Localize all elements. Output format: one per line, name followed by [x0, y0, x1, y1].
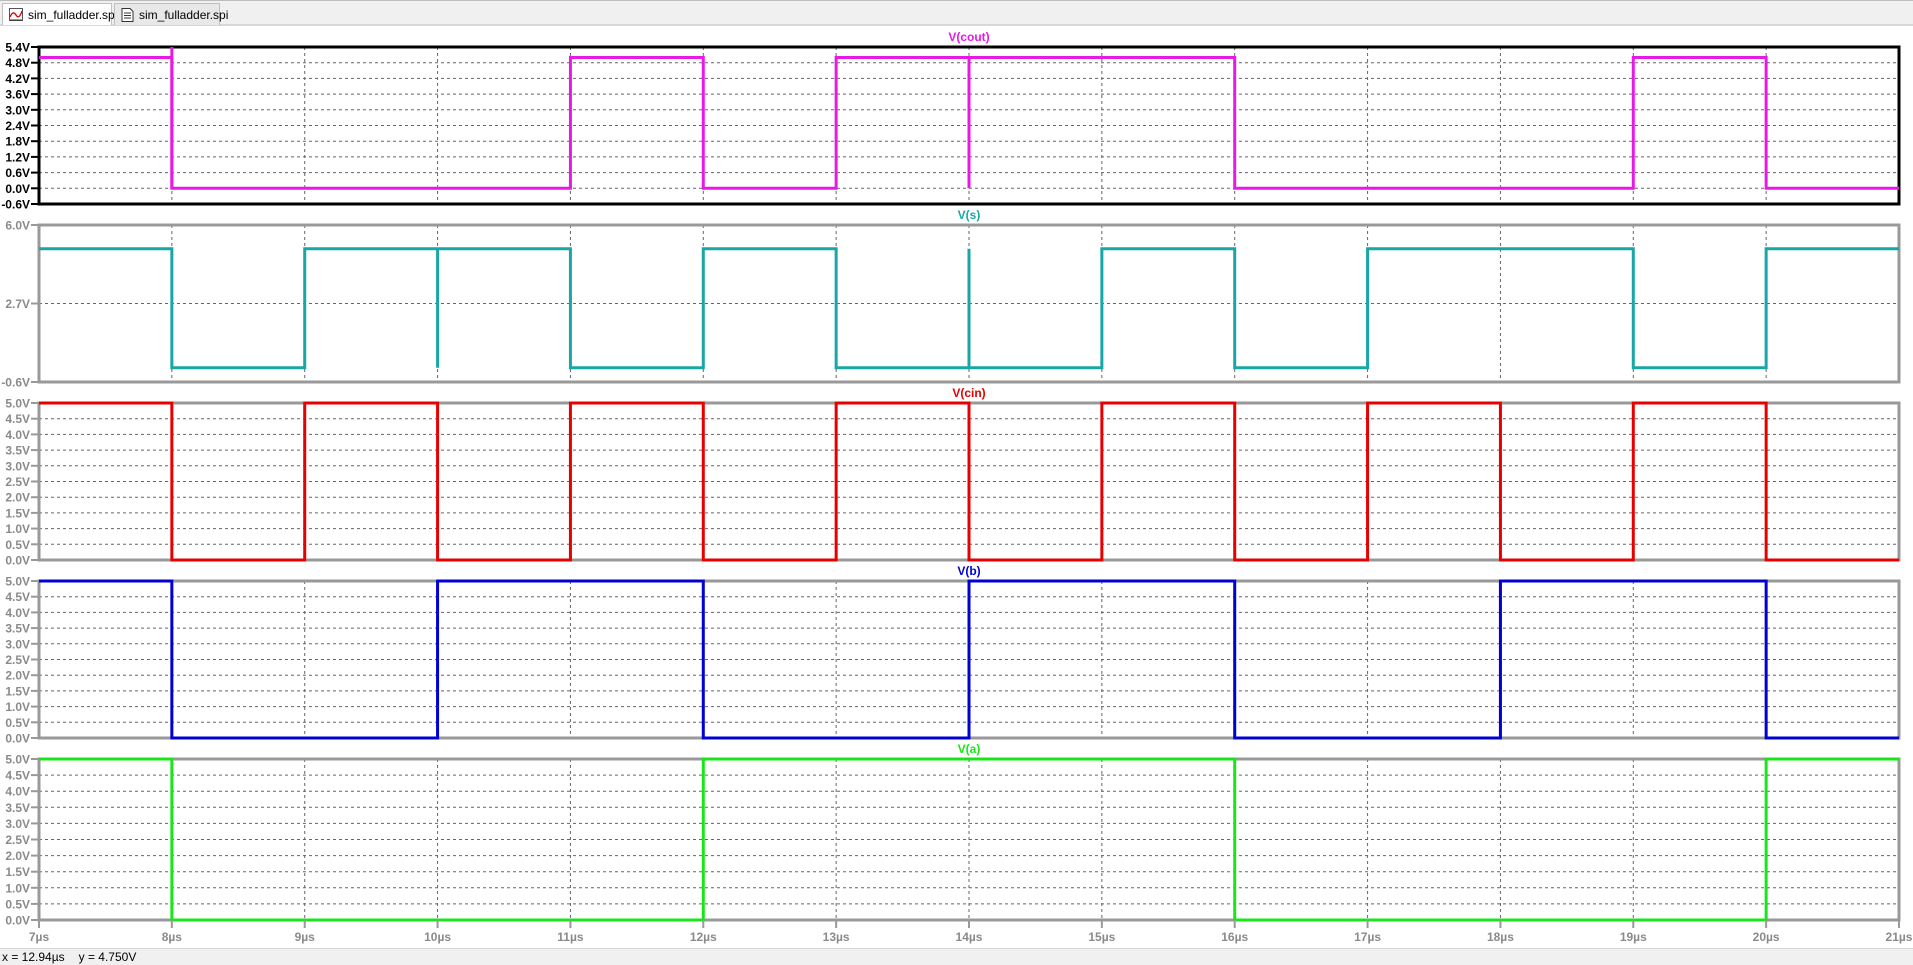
x-tick-label: 8µs [162, 930, 183, 944]
y-tick-label: 0.6V [5, 166, 30, 180]
trace-title: V(cin) [952, 386, 985, 400]
trace-title: V(b) [957, 564, 980, 578]
y-tick-label: 2.0V [5, 491, 30, 505]
x-tick-label: 16µs [1221, 930, 1248, 944]
y-tick-label: 5.0V [5, 575, 30, 589]
y-tick-label: 2.0V [5, 669, 30, 683]
y-tick-label: 3.5V [5, 444, 30, 458]
panel-vcin: 5.0V4.5V 4.0V 3.5V3.0V 2.5V 2.0V1.5V 1.0V 0.5V… [5, 386, 1901, 568]
x-tick-label: 11µs [557, 930, 584, 944]
y-tick-label: 0.5V [5, 716, 30, 730]
y-tick-label: 4.5V [5, 412, 30, 426]
x-tick-label: 7µs [29, 930, 50, 944]
y-tick-label: 3.0V [5, 817, 30, 831]
y-tick-label: -0.6V [1, 198, 30, 212]
y-tick-label: 3.0V [5, 459, 30, 473]
y-tick-label: 1.5V [5, 506, 30, 520]
y-tick-label: 2.5V [5, 475, 30, 489]
waveform-icon [9, 8, 23, 21]
y-tick-label: 1.2V [5, 150, 30, 164]
y-tick-label: 0.0V [5, 732, 30, 746]
y-tick-label: 3.6V [5, 88, 30, 102]
panel-vb: 5.0V4.5V 4.0V 3.5V3.0V 2.5V 2.0V1.5V 1.0V 0.5V… [5, 564, 1901, 746]
x-tick-label: 17µs [1354, 930, 1381, 944]
x-tick-label: 19µs [1620, 930, 1647, 944]
y-tick-label: 2.7V [5, 297, 30, 311]
y-tick-label: 4.5V [5, 590, 30, 604]
x-tick-label: 20µs [1753, 930, 1780, 944]
x-tick-label: 15µs [1088, 930, 1115, 944]
panel-vcout: 5.4V4.8V 4.2V 3.6V3.0V 2.4V 1.8V1.2V 0.6V 0.0V… [1, 30, 1901, 212]
cursor-x-readout: x = 12.94µs [2, 950, 65, 964]
y-tick-label: 3.0V [5, 103, 30, 117]
y-tick-label: 3.0V [5, 637, 30, 651]
trace-title: V(cout) [948, 30, 989, 44]
y-tick-label: 1.8V [5, 135, 30, 149]
x-tick-label: 14µs [956, 930, 983, 944]
y-tick-label: 4.0V [5, 606, 30, 620]
y-tick-label: 3.5V [5, 622, 30, 636]
trace-title: V(a) [958, 742, 981, 756]
panel-va: 5.0V 4.5V 4.0V 3.5V 3.0V 2.5V 2.0V 1.5V 1.0V 0.5V… [5, 742, 1901, 928]
waveform-plot-area[interactable]: 5.4V4.8V4.2V3.6V3.0V2.4V1.8V1.2V0.6V0.0V… [0, 26, 1913, 948]
y-tick-label: 4.0V [5, 785, 30, 799]
y-tick-label: 0.5V [5, 538, 30, 552]
y-tick-label: 0.5V [5, 897, 30, 911]
y-tick-label: 1.0V [5, 881, 30, 895]
y-tick-label: 5.0V [5, 397, 30, 411]
y-tick-label: 5.4V [5, 41, 30, 55]
y-tick-label: 2.4V [5, 119, 30, 133]
tab-netlist[interactable]: sim_fulladder.spi [114, 3, 228, 25]
x-tick-label: 18µs [1487, 930, 1514, 944]
y-tick-label: 0.0V [5, 554, 30, 568]
netlist-document-icon [121, 7, 134, 22]
y-tick-label: 2.5V [5, 833, 30, 847]
y-tick-label: 1.5V [5, 865, 30, 879]
y-tick-label: 0.0V [5, 182, 30, 196]
y-tick-label: 4.2V [5, 72, 30, 86]
y-tick-label: 1.0V [5, 700, 30, 714]
y-tick-label: 4.8V [5, 56, 30, 70]
x-tick-label: 10µs [424, 930, 451, 944]
y-tick-label: 2.0V [5, 849, 30, 863]
y-tick-label: 4.5V [5, 769, 30, 783]
status-bar: x = 12.94µs y = 4.750V [0, 948, 1913, 965]
y-tick-label: 6.0V [5, 219, 30, 233]
tab-bar: sim_fulladder.spi sim_fulladder.spi [0, 0, 1913, 26]
y-tick-label: 3.5V [5, 801, 30, 815]
y-tick-label: 5.0V [5, 753, 30, 767]
y-tick-label: 1.5V [5, 684, 30, 698]
cursor-y-readout: y = 4.750V [78, 950, 137, 964]
x-tick-label: 9µs [295, 930, 316, 944]
x-tick-label: 13µs [823, 930, 850, 944]
y-tick-label: 1.0V [5, 522, 30, 536]
panel-vs: 6.0V 2.7V -0.6V V(s) [1, 208, 1901, 390]
tab-label: sim_fulladder.spi [139, 7, 229, 22]
trace-title: V(s) [958, 208, 981, 222]
x-tick-label: 12µs [690, 930, 717, 944]
tab-label: sim_fulladder.spi [28, 7, 118, 22]
tab-waveform[interactable]: sim_fulladder.spi [2, 3, 117, 25]
y-tick-label: 4.0V [5, 428, 30, 442]
y-tick-label: 2.5V [5, 653, 30, 667]
y-tick-label: 0.0V [5, 914, 30, 928]
y-tick-label: -0.6V [1, 376, 30, 390]
x-tick-label: 21µs [1886, 930, 1913, 944]
